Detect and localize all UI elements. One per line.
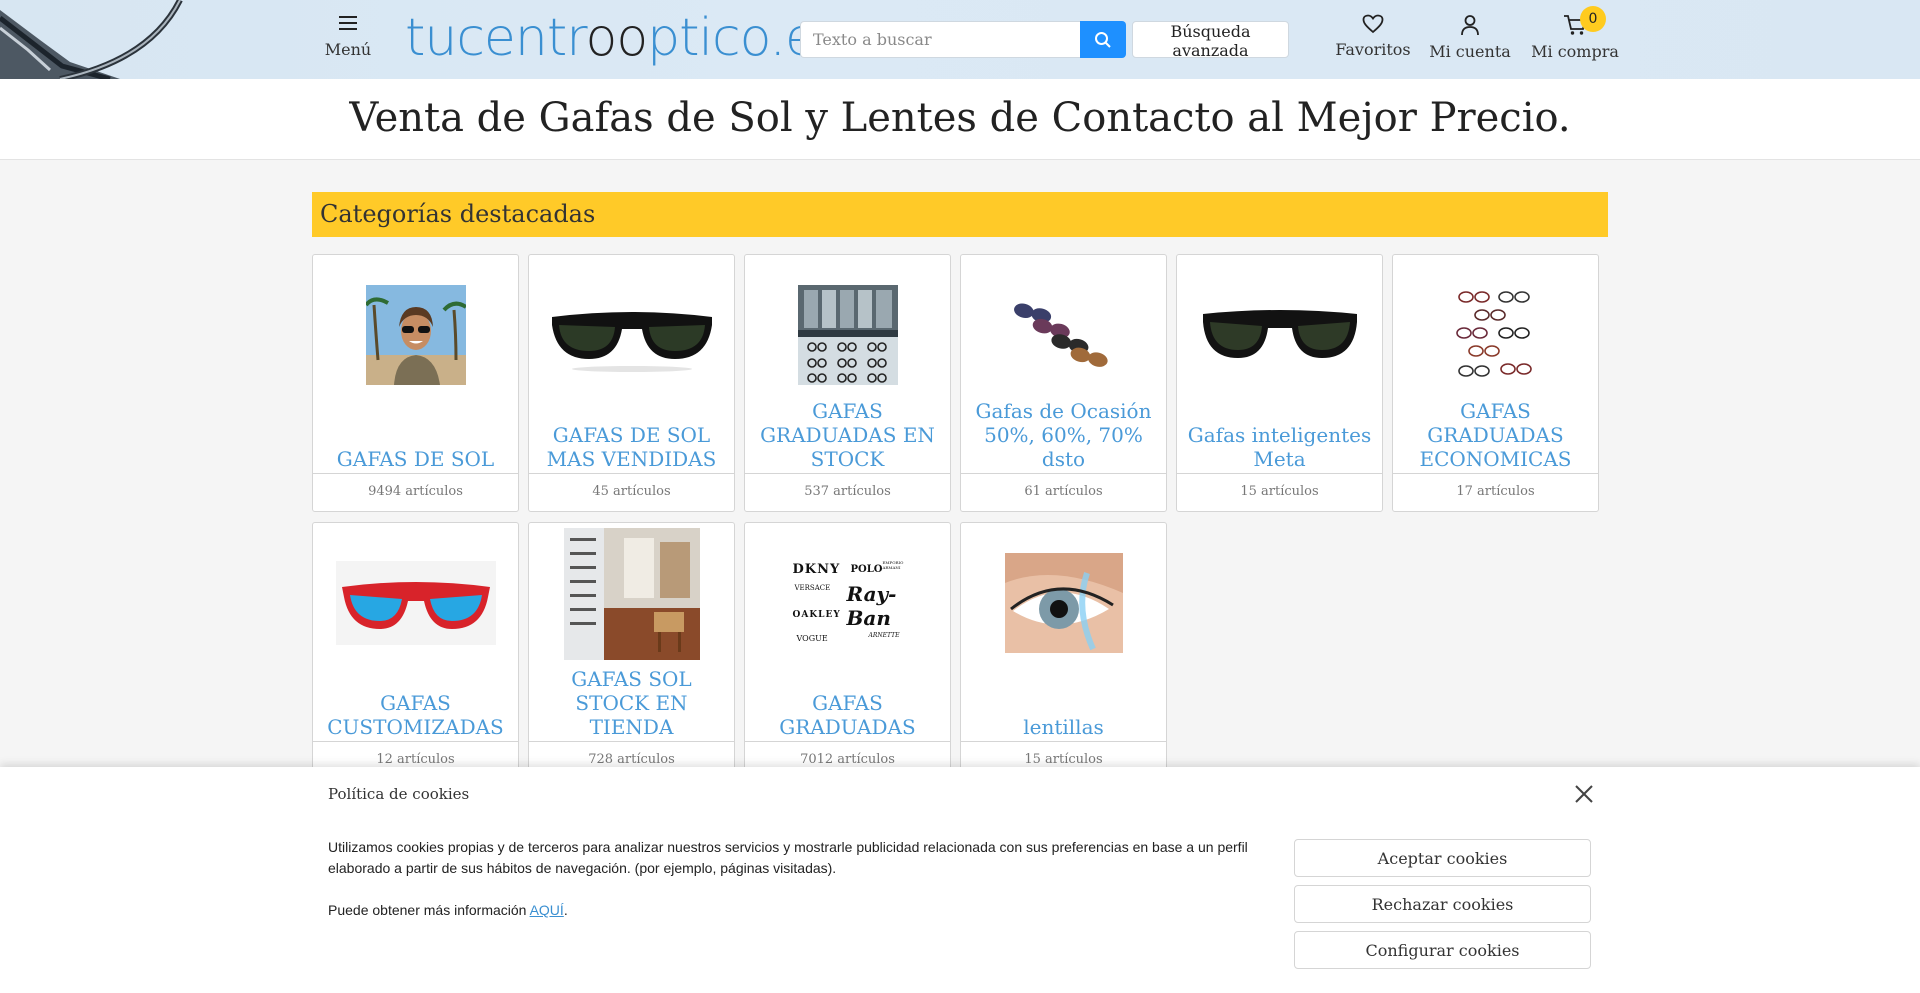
menu-icon <box>339 16 357 30</box>
close-icon <box>1575 785 1593 803</box>
category-card[interactable]: GAFAS GRADUADAS EN STOCK 537 artículos <box>744 254 951 512</box>
brand-emporio: EMPORIO ARMANI <box>882 560 904 570</box>
category-count: 17 artículos <box>1393 473 1598 511</box>
accept-cookies-button[interactable]: Aceptar cookies <box>1294 839 1591 877</box>
category-card[interactable]: GAFAS SOL STOCK EN TIENDA 728 artículos <box>528 522 735 780</box>
cookie-banner: Política de cookies Utilizamos cookies p… <box>0 767 1920 993</box>
featured-categories-title: Categorías destacadas <box>312 192 1608 237</box>
category-count: 45 artículos <box>529 473 734 511</box>
category-count: 537 artículos <box>745 473 950 511</box>
cookie-info-link[interactable]: AQUÍ <box>530 902 564 918</box>
category-name: GAFAS GRADUADAS ECONOMICAS <box>1419 399 1572 471</box>
brand-rayban: Ray-Ban <box>846 582 897 630</box>
logo-text-start: tucentr <box>405 8 587 68</box>
category-card[interactable]: lentillas 15 artículos <box>960 522 1167 780</box>
category-name: lentillas <box>1023 715 1104 739</box>
reject-cookies-button[interactable]: Rechazar cookies <box>1294 885 1591 923</box>
category-name: Gafas de Ocasión 50%, 60%, 70% dsto <box>975 399 1152 471</box>
category-name: Gafas inteligentes Meta <box>1187 423 1372 471</box>
category-image <box>313 265 518 405</box>
category-image: DKNY POLO EMPORIO ARMANI VERSACE Ray-Ban… <box>745 533 950 673</box>
search-bar <box>800 21 1126 58</box>
category-image <box>529 265 734 405</box>
category-image <box>961 265 1166 405</box>
category-card[interactable]: GAFAS CUSTOMIZADAS 12 artículos <box>312 522 519 780</box>
category-name: GAFAS GRADUADAS EN STOCK <box>760 399 935 471</box>
brand-logos: DKNY POLO EMPORIO ARMANI VERSACE Ray-Ban… <box>783 558 913 648</box>
cookie-title: Política de cookies <box>328 785 470 803</box>
cookie-text: Utilizamos cookies propias y de terceros… <box>328 839 1248 876</box>
category-image <box>313 533 518 673</box>
category-image <box>961 533 1166 673</box>
cookie-more-suffix: . <box>563 902 568 918</box>
advanced-search-button[interactable]: Búsqueda avanzada <box>1132 21 1289 60</box>
configure-cookies-button[interactable]: Configurar cookies <box>1294 931 1591 969</box>
category-card[interactable]: Gafas inteligentes Meta 15 artículos <box>1176 254 1383 512</box>
menu-button[interactable]: Menú <box>322 14 374 64</box>
search-button[interactable] <box>1080 21 1126 58</box>
cart-button[interactable]: 0 Mi compra <box>1510 6 1640 61</box>
search-icon <box>1095 31 1111 48</box>
category-image <box>1177 265 1382 405</box>
cookie-more-prefix: Puede obtener más información <box>328 902 530 918</box>
category-name: GAFAS CUSTOMIZADAS <box>327 691 504 739</box>
brand-vogue: VOGUE <box>796 634 828 643</box>
site-logo[interactable]: tucentrooptico.es <box>405 4 843 68</box>
cart-label: Mi compra <box>1531 42 1619 61</box>
cookie-more-info: Puede obtener más información AQUÍ. <box>328 902 568 918</box>
category-name: GAFAS DE SOL MAS VENDIDAS <box>546 423 717 471</box>
category-count: 9494 artículos <box>313 473 518 511</box>
user-icon <box>1461 15 1479 36</box>
category-image <box>1393 265 1598 405</box>
brand-dkny: DKNY <box>792 562 841 577</box>
category-count: 15 artículos <box>1177 473 1382 511</box>
page-tagline: Venta de Gafas de Sol y Lentes de Contac… <box>349 95 1571 141</box>
category-name: GAFAS SOL STOCK EN TIENDA <box>571 667 692 739</box>
search-input[interactable] <box>800 21 1080 58</box>
brand-oakley: OAKLEY <box>792 610 841 620</box>
menu-label: Menú <box>324 40 372 59</box>
category-card[interactable]: DKNY POLO EMPORIO ARMANI VERSACE Ray-Ban… <box>744 522 951 780</box>
category-card[interactable]: GAFAS DE SOL 9494 artículos <box>312 254 519 512</box>
close-cookie-button[interactable] <box>1572 782 1596 806</box>
category-image <box>529 527 734 661</box>
brand-versace: VERSACE <box>794 584 831 592</box>
category-name: GAFAS GRADUADAS <box>779 691 916 739</box>
tagline-bar: Venta de Gafas de Sol y Lentes de Contac… <box>0 79 1920 160</box>
category-image <box>745 265 950 405</box>
logo-glasses: oo <box>585 8 649 68</box>
category-card[interactable]: GAFAS GRADUADAS ECONOMICAS 17 artículos <box>1392 254 1599 512</box>
category-count: 61 artículos <box>961 473 1166 511</box>
category-card[interactable]: GAFAS DE SOL MAS VENDIDAS 45 artículos <box>528 254 735 512</box>
header-glasses-image <box>0 0 200 79</box>
category-name: GAFAS DE SOL <box>336 447 495 471</box>
cart-count-badge: 0 <box>1580 6 1606 32</box>
brand-arnette: ARNETTE <box>868 632 900 639</box>
brand-polo: POLO <box>850 564 883 575</box>
site-header: Menú tucentrooptico.es Búsqueda avanzada… <box>0 0 1920 79</box>
category-card[interactable]: Gafas de Ocasión 50%, 60%, 70% dsto 61 a… <box>960 254 1167 512</box>
heart-icon <box>1362 14 1384 34</box>
